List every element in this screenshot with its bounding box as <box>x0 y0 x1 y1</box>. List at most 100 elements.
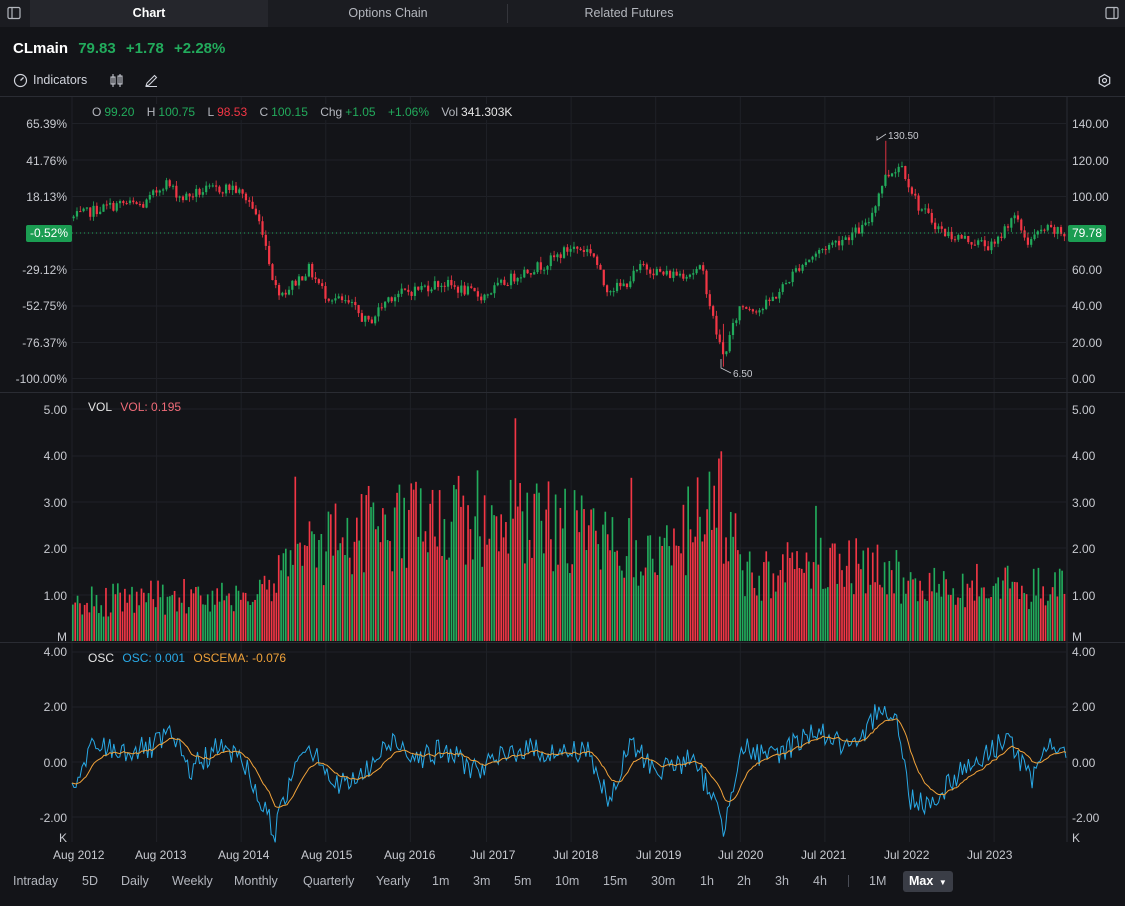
volume-bar <box>983 587 985 641</box>
osc-lines <box>71 704 1067 843</box>
period-3h[interactable]: 3h <box>775 871 789 892</box>
volume-bar <box>308 521 311 641</box>
period-30m[interactable]: 30m <box>651 871 675 892</box>
price-candle <box>152 190 155 195</box>
volume-bar <box>831 543 834 641</box>
price-candle <box>556 254 559 258</box>
price-candle <box>473 287 476 292</box>
period-4h[interactable]: 4h <box>813 871 827 892</box>
price-candle <box>413 286 417 296</box>
volume-bar <box>512 518 514 641</box>
volume-bar <box>254 599 256 641</box>
price-candle <box>102 204 105 212</box>
volume-bar <box>741 570 744 641</box>
volume-bar <box>796 551 798 641</box>
price-candle <box>490 293 493 295</box>
volume-bar <box>457 475 460 641</box>
volume-bar <box>985 598 988 641</box>
price-candle <box>1010 218 1013 228</box>
price-candle <box>427 285 430 292</box>
period-10m[interactable]: 10m <box>555 871 579 892</box>
price-tick: 40.00 <box>1072 299 1103 313</box>
pct-tick: -29.12% <box>22 263 67 277</box>
period-3m[interactable]: 3m <box>473 871 490 892</box>
volume-bar <box>462 495 465 641</box>
volume-bar <box>337 550 339 641</box>
period-max[interactable]: Max ▼ <box>903 871 953 892</box>
chg-label: Chg <box>320 105 343 119</box>
chart-canvas[interactable]: 130.50 6.50 <box>0 0 1125 906</box>
price-candle <box>1023 230 1026 238</box>
price-candle <box>827 244 831 250</box>
volume-bar <box>100 605 103 641</box>
volume-bar <box>325 551 327 641</box>
volume-bar <box>938 583 940 641</box>
price-candle <box>175 185 178 198</box>
period-15m[interactable]: 15m <box>603 871 627 892</box>
price-candle <box>973 244 976 246</box>
volume-bar <box>720 451 723 641</box>
price-candle <box>864 222 867 225</box>
price-candle <box>622 283 625 287</box>
volume-bar <box>606 534 609 641</box>
volume-bar <box>706 509 708 641</box>
period-yearly[interactable]: Yearly <box>376 871 410 892</box>
price-candle <box>248 200 251 202</box>
volume-bar <box>74 602 77 641</box>
period-daily[interactable]: Daily <box>121 871 149 892</box>
period-quarterly[interactable]: Quarterly <box>303 871 354 892</box>
volume-bar <box>855 538 858 641</box>
volume-bar <box>275 592 278 641</box>
volume-bar <box>919 580 921 641</box>
volume-bar <box>1039 598 1042 641</box>
volume-bar <box>793 569 796 641</box>
volume-bar <box>128 594 131 641</box>
volume-bar <box>1004 567 1007 641</box>
price-candle <box>284 292 287 295</box>
volume-bar <box>957 597 959 641</box>
volume-bar <box>815 505 817 641</box>
volume-bar <box>874 582 876 641</box>
price-candle <box>105 204 108 206</box>
period-1m[interactable]: 1m <box>432 871 449 892</box>
volume-bar <box>114 594 117 641</box>
volume-bar <box>765 551 768 641</box>
volume-bar <box>225 595 228 641</box>
period-1h[interactable]: 1h <box>700 871 714 892</box>
price-candle <box>433 281 436 290</box>
volume-bar <box>377 526 379 641</box>
price-candle <box>350 301 354 303</box>
volume-bar <box>864 593 867 641</box>
volume-bar <box>625 556 628 641</box>
price-candle <box>360 313 364 322</box>
x-tick: Jul 2019 <box>636 848 682 862</box>
volume-bar <box>569 573 571 641</box>
close-value: 100.15 <box>271 105 308 119</box>
period-1M[interactable]: 1M <box>869 871 886 892</box>
period-2h[interactable]: 2h <box>737 871 751 892</box>
osc-unit: K <box>59 831 68 845</box>
volume-bar <box>441 556 443 641</box>
volume-bar <box>661 545 663 641</box>
period-weekly[interactable]: Weekly <box>172 871 213 892</box>
price-candle <box>562 247 566 258</box>
volume-bar <box>850 583 853 641</box>
volume-bar <box>909 572 912 641</box>
period-5m[interactable]: 5m <box>514 871 531 892</box>
period-monthly[interactable]: Monthly <box>234 871 278 892</box>
price-candle <box>171 185 175 187</box>
period-intraday[interactable]: Intraday <box>13 871 58 892</box>
period-5d[interactable]: 5D <box>82 871 98 892</box>
volume-bar <box>571 564 574 641</box>
price-candle <box>168 180 171 187</box>
price-candle <box>665 270 668 275</box>
volume-bar <box>261 584 263 641</box>
volume-bar <box>218 601 221 641</box>
osc-tick: -2.00 <box>39 811 67 825</box>
volume-bar <box>157 580 159 641</box>
volume-bar <box>277 555 280 641</box>
volume-bar <box>438 490 441 641</box>
price-candle <box>625 283 629 288</box>
price-candle <box>258 214 261 222</box>
price-candle <box>526 269 529 274</box>
